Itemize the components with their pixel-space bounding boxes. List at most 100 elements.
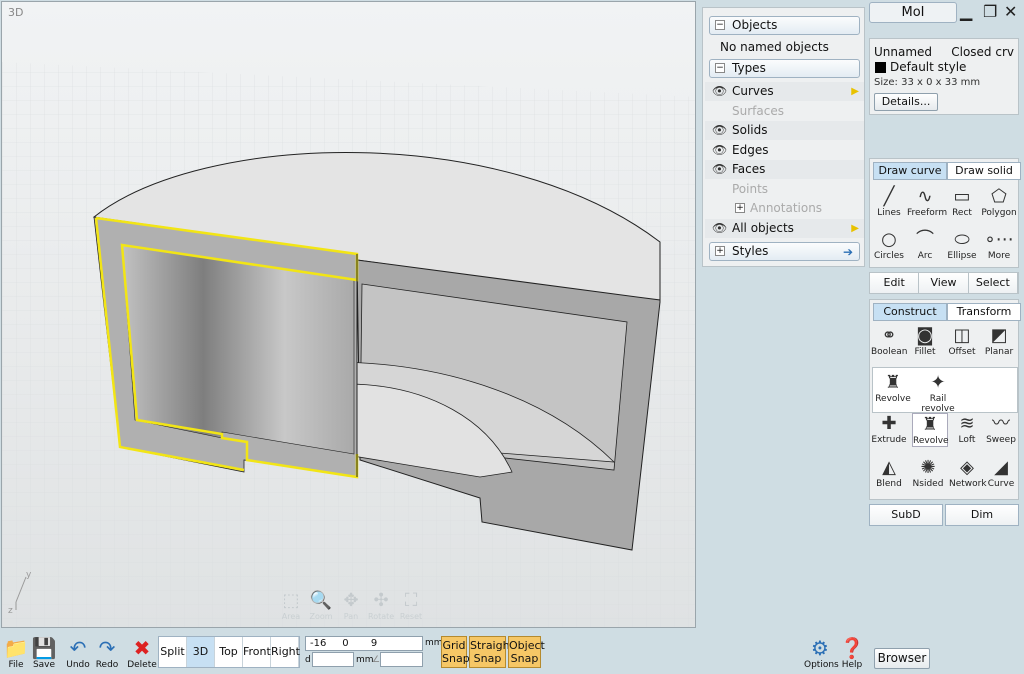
planar-button[interactable]: ◩ Planar <box>981 325 1017 357</box>
tool-label: Loft <box>958 435 976 445</box>
snap-label: Object <box>509 639 545 652</box>
grid-snap-toggle[interactable]: Grid Snap <box>441 636 470 668</box>
undo-label: Undo <box>66 660 90 670</box>
angle-icon: ∠ <box>372 655 381 665</box>
help-button[interactable]: ❓ Help <box>836 636 868 670</box>
options-button[interactable]: ⚙ Options <box>804 636 839 670</box>
object-snap-toggle[interactable]: Object Snap <box>508 636 545 668</box>
maximize-icon[interactable]: ❐ <box>983 2 997 21</box>
eye-icon[interactable]: 👁 <box>712 219 727 238</box>
view-top[interactable]: Top <box>215 637 243 667</box>
arrow-right-icon[interactable]: ➔ <box>843 244 853 261</box>
type-row-points[interactable]: Points <box>705 180 864 199</box>
browser-button[interactable]: Browser <box>874 648 930 669</box>
tool-label: Lines <box>877 208 901 218</box>
object-name[interactable]: Unnamed <box>874 45 932 59</box>
redo-button[interactable]: ↷ Redo <box>91 636 123 670</box>
eye-icon[interactable]: 👁 <box>712 141 727 160</box>
boolean-button[interactable]: ⚭ Boolean <box>871 325 907 357</box>
type-label: Edges <box>732 143 769 157</box>
view-button[interactable]: View <box>919 273 969 293</box>
zoom-area-icon: ⬚ <box>282 590 300 611</box>
type-row-annotations[interactable]: + Annotations <box>705 199 864 218</box>
minimize-icon[interactable]: ▁ <box>960 2 972 21</box>
angle-input[interactable] <box>380 652 423 667</box>
scene-browser: − Objects No named objects − Types 👁 Curves… <box>702 7 865 267</box>
help-label: Help <box>841 660 863 670</box>
curve-button[interactable]: ◢ Curve <box>983 457 1019 489</box>
view-front[interactable]: Front <box>243 637 271 667</box>
zoom-area-tool[interactable]: ⬚ Area <box>278 590 304 621</box>
types-section[interactable]: − Types <box>709 59 860 78</box>
eye-icon[interactable]: 👁 <box>712 82 727 101</box>
type-row-solids[interactable]: 👁 Solids <box>705 121 864 140</box>
rail-revolve-button[interactable]: ✦ Rail revolve <box>913 372 963 414</box>
sweep-button[interactable]: 〰 Sweep <box>983 413 1019 445</box>
type-label: All objects <box>732 221 794 235</box>
delete-button[interactable]: ✖ Delete <box>126 636 158 670</box>
save-icon: 💾 <box>31 636 57 660</box>
fillet-button[interactable]: ◙ Fillet <box>907 325 943 357</box>
view-3d[interactable]: 3D <box>187 637 215 667</box>
undo-button[interactable]: ↶ Undo <box>62 636 94 670</box>
zoom-tool[interactable]: 🔍 Zoom <box>308 590 334 621</box>
objects-section[interactable]: − Objects <box>709 16 860 35</box>
tool-label: Rail revolve <box>921 394 955 414</box>
select-button[interactable]: Select <box>968 273 1018 293</box>
object-style[interactable]: Default style <box>890 60 966 74</box>
subd-button[interactable]: SubD <box>869 504 943 526</box>
revolve-button-active[interactable]: ♜ Revolve <box>912 413 949 447</box>
pan-tool[interactable]: ✥ Pan <box>338 590 364 621</box>
tab-draw-curve[interactable]: Draw curve <box>873 162 947 180</box>
coordinate-input[interactable]: -16 0 9 <box>305 636 423 651</box>
more-button[interactable]: ∘⋯ More <box>981 229 1017 261</box>
freeform-button[interactable]: ∿ Freeform <box>907 186 947 218</box>
arrow-right-icon[interactable]: ▶ <box>851 82 859 101</box>
revolve-sub-button[interactable]: ♜ Revolve <box>875 372 911 404</box>
close-icon[interactable]: ✕ <box>1004 2 1017 21</box>
dim-button[interactable]: Dim <box>945 504 1019 526</box>
straight-snap-toggle[interactable]: Straight Snap <box>469 636 514 668</box>
type-row-all-objects[interactable]: 👁 All objects ▶ <box>705 219 864 238</box>
rotate-tool[interactable]: ✣ Rotate <box>368 590 394 621</box>
reset-tool[interactable]: ⛶ Reset <box>398 590 424 621</box>
blend-button[interactable]: ◭ Blend <box>871 457 907 489</box>
eye-icon[interactable]: 👁 <box>712 160 727 179</box>
delete-icon: ✖ <box>133 636 151 660</box>
distance-input[interactable] <box>312 652 354 667</box>
arrow-right-icon[interactable]: ▶ <box>851 219 859 238</box>
type-row-edges[interactable]: 👁 Edges <box>705 141 864 160</box>
save-button[interactable]: 💾 Save <box>28 636 60 670</box>
rect-button[interactable]: ▭ Rect <box>944 186 980 218</box>
edit-button[interactable]: Edit <box>870 273 920 293</box>
type-row-faces[interactable]: 👁 Faces <box>705 160 864 179</box>
model-scene[interactable] <box>2 2 696 628</box>
view-split[interactable]: Split <box>159 637 187 667</box>
lines-button[interactable]: ╱ Lines <box>871 186 907 218</box>
type-row-curves[interactable]: 👁 Curves ▶ <box>705 82 864 101</box>
revolve-icon: ♜ <box>884 372 902 393</box>
tool-label: Curve <box>987 479 1015 489</box>
polygon-button[interactable]: ⬠ Polygon <box>981 186 1017 218</box>
loft-button[interactable]: ≋ Loft <box>949 413 985 445</box>
styles-section[interactable]: + Styles ➔ <box>709 242 860 261</box>
viewport-3d[interactable]: 3D y z ⬚ Area 🔍 Zoom ✥ Pan ✣ Rotate ⛶ Reset <box>1 1 696 628</box>
style-swatch[interactable] <box>875 62 886 73</box>
extrude-button[interactable]: ✚ Extrude <box>871 413 907 445</box>
tab-draw-solid[interactable]: Draw solid <box>947 162 1021 180</box>
options-label: Options <box>804 660 839 670</box>
eye-icon[interactable]: 👁 <box>712 121 727 140</box>
redo-icon: ↷ <box>98 636 116 660</box>
view-right[interactable]: Right <box>271 637 300 667</box>
expand-icon[interactable]: + <box>735 203 745 213</box>
arc-button[interactable]: ⌒ Arc <box>907 229 943 261</box>
tab-construct[interactable]: Construct <box>873 303 947 321</box>
details-button[interactable]: Details... <box>874 93 938 111</box>
network-button[interactable]: ◈ Network <box>949 457 987 489</box>
ellipse-button[interactable]: ⬭ Ellipse <box>944 229 980 261</box>
type-row-surfaces[interactable]: Surfaces <box>705 102 864 121</box>
circles-button[interactable]: ○ Circles <box>871 229 907 261</box>
nsided-button[interactable]: ✺ Nsided <box>910 457 946 489</box>
tab-transform[interactable]: Transform <box>947 303 1021 321</box>
offset-button[interactable]: ◫ Offset <box>944 325 980 357</box>
